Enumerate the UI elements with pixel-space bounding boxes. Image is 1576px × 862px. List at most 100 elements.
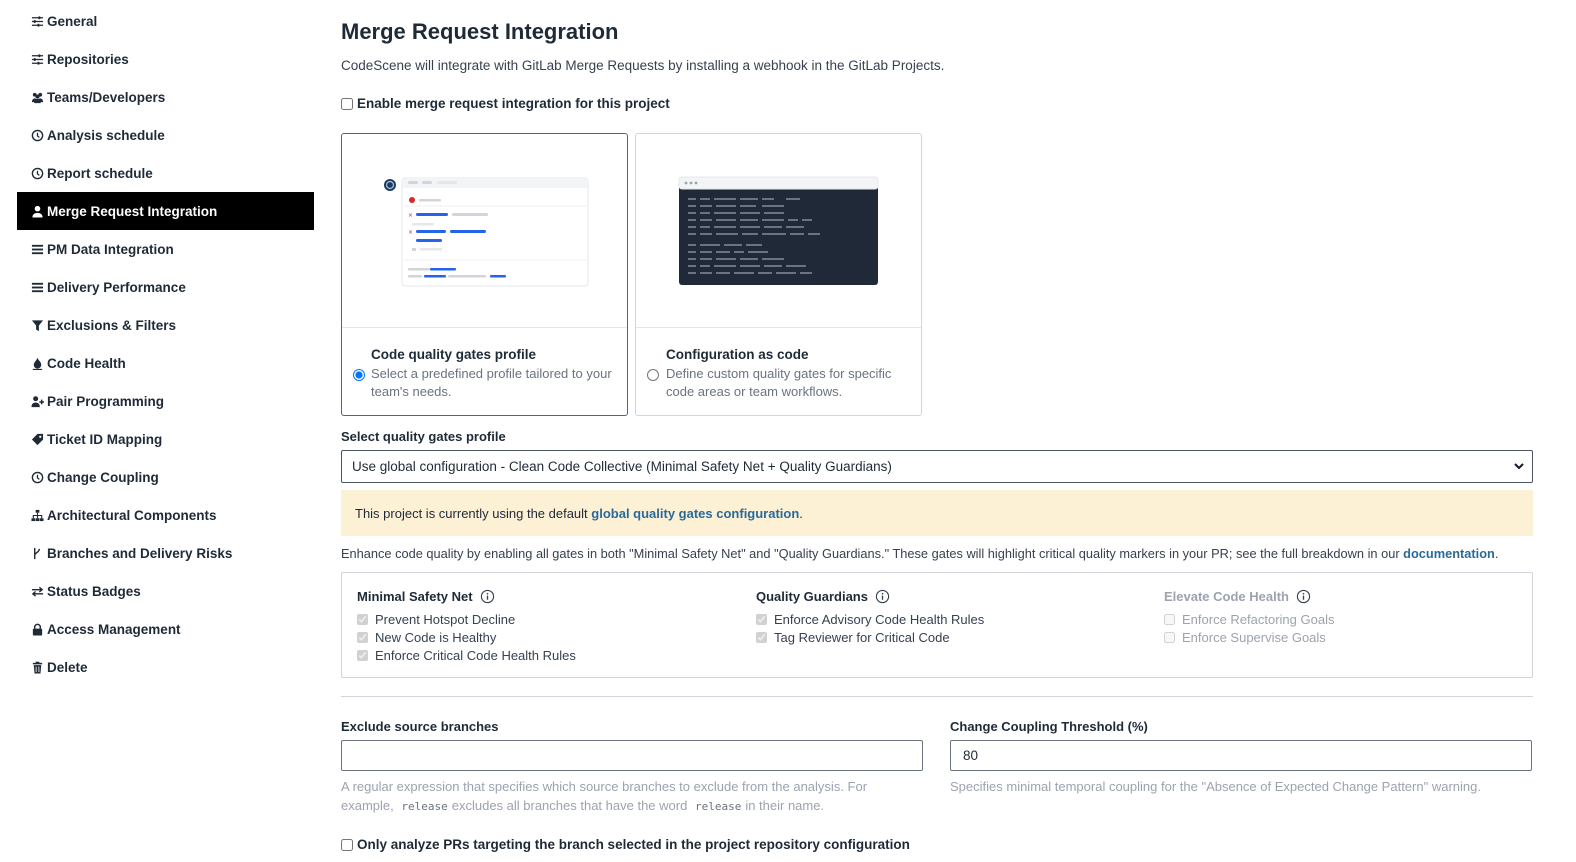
gate-checkbox <box>357 631 368 643</box>
sidebar-item-label: Repositories <box>47 51 129 67</box>
only-analyze-checkbox[interactable] <box>341 838 353 851</box>
card-title: Code quality gates profile <box>371 347 537 362</box>
exchange-icon <box>30 584 44 598</box>
gate-checkbox <box>1164 613 1175 625</box>
sidebar-item-architectural-components[interactable]: Architectural Components <box>17 496 314 534</box>
gate-group-minimal-safety-net: Minimal Safety Net Prevent Hotspot Decli… <box>357 587 576 664</box>
info-icon[interactable] <box>875 589 890 604</box>
gate-checkbox <box>357 649 368 661</box>
enhance-text-suffix: . <box>1494 546 1499 561</box>
gate-group-title: Elevate Code Health <box>1164 588 1289 604</box>
enable-integration-checkbox[interactable] <box>341 97 353 110</box>
tag-icon <box>30 432 44 446</box>
coupling-threshold-value: 80 <box>963 748 979 763</box>
section-divider <box>341 696 1533 697</box>
global-quality-gates-link[interactable]: global quality gates configuration <box>591 506 799 521</box>
user-icon <box>30 204 44 218</box>
exclude-branches-label: Exclude source branches <box>341 719 499 734</box>
page-title: Merge Request Integration <box>341 19 619 44</box>
gate-checkbox <box>756 631 767 643</box>
gate-new-code-is-healthy: New Code is Healthy <box>357 628 576 646</box>
sidebar-item-ticket-id-mapping[interactable]: Ticket ID Mapping <box>17 420 314 458</box>
sidebar-item-repositories[interactable]: Repositories <box>17 40 314 78</box>
lock-icon <box>30 622 44 636</box>
info-icon[interactable] <box>1296 589 1311 604</box>
sidebar-item-label: Status Badges <box>47 583 141 599</box>
sidebar-item-label: Report schedule <box>47 165 153 181</box>
clock-icon <box>30 128 44 142</box>
gate-group-elevate-code-health: Elevate Code Health Enforce Refactoring … <box>1164 587 1334 646</box>
coupling-threshold-label: Change Coupling Threshold (%) <box>950 719 1148 734</box>
sidebar-item-branches-delivery-risks[interactable]: Branches and Delivery Risks <box>17 534 314 572</box>
sidebar-item-change-coupling[interactable]: Change Coupling <box>17 458 314 496</box>
card-description: Define custom quality gates for specific… <box>666 366 892 399</box>
help-text: example, <box>341 798 394 813</box>
coupling-threshold-input[interactable]: 80 <box>950 740 1532 771</box>
info-icon[interactable] <box>480 589 495 604</box>
sidebar-item-delivery-performance[interactable]: Delivery Performance <box>17 268 314 306</box>
card-description: Select a predefined profile tailored to … <box>371 366 612 399</box>
help-text: in their name. <box>745 798 825 813</box>
configuration-as-code-radio[interactable] <box>647 369 659 381</box>
sitemap-icon <box>30 508 44 522</box>
trash-icon <box>30 660 44 674</box>
clock-icon <box>30 166 44 180</box>
gate-group-quality-guardians: Quality Guardians Enforce Advisory Code … <box>756 587 984 646</box>
enable-integration-label: Enable merge request integration for thi… <box>357 96 670 111</box>
sidebar-item-exclusions-filters[interactable]: Exclusions & Filters <box>17 306 314 344</box>
gate-checkbox <box>1164 631 1175 643</box>
sidebar-item-pair-programming[interactable]: Pair Programming <box>17 382 314 420</box>
svg-text:×: × <box>408 229 413 236</box>
quality-gates-profile-radio[interactable] <box>353 369 365 381</box>
help-text: excludes all branches that have the word <box>451 798 688 813</box>
sidebar-item-access-management[interactable]: Access Management <box>17 610 314 648</box>
gate-label: Enforce Critical Code Health Rules <box>375 647 576 663</box>
sidebar-item-label: Code Health <box>47 355 126 371</box>
filter-icon <box>30 318 44 332</box>
sidebar-item-pm-data-integration[interactable]: PM Data Integration <box>17 230 314 268</box>
fire-icon <box>30 356 44 370</box>
card-configuration-as-code[interactable]: Configuration as code Define custom qual… <box>635 133 922 416</box>
sidebar-item-status-badges[interactable]: Status Badges <box>17 572 314 610</box>
sidebar-item-code-health[interactable]: Code Health <box>17 344 314 382</box>
gate-enforce-advisory-rules: Enforce Advisory Code Health Rules <box>756 610 984 628</box>
gate-group-title: Minimal Safety Net <box>357 588 473 604</box>
sidebar-item-merge-request-integration[interactable]: Merge Request Integration <box>17 192 314 230</box>
enable-integration-row[interactable]: Enable merge request integration for thi… <box>341 96 670 111</box>
exclude-branches-help: A regular expression that specifies whic… <box>341 777 921 816</box>
only-analyze-row[interactable]: Only analyze PRs targeting the branch se… <box>341 837 910 852</box>
gate-label: New Code is Healthy <box>375 629 497 645</box>
sidebar-item-label: Architectural Components <box>47 507 217 523</box>
documentation-link[interactable]: documentation <box>1403 546 1495 561</box>
gate-label: Tag Reviewer for Critical Code <box>774 629 950 645</box>
gate-tag-reviewer: Tag Reviewer for Critical Code <box>756 628 984 646</box>
sidebar-item-label: General <box>47 13 98 29</box>
global-config-banner: This project is currently using the defa… <box>341 490 1533 536</box>
users-icon <box>30 90 44 104</box>
enhance-quality-text: Enhance code quality by enabling all gat… <box>341 546 1498 561</box>
profile-select-label: Select quality gates profile <box>341 429 506 444</box>
code-snippet: release <box>694 800 742 813</box>
sidebar-item-general[interactable]: General <box>17 2 314 40</box>
sidebar-item-label: Delete <box>47 659 88 675</box>
exclude-branches-input[interactable] <box>341 740 923 771</box>
config-as-code-preview-illustration <box>636 134 921 328</box>
gate-enforce-supervise-goals: Enforce Supervise Goals <box>1164 628 1334 646</box>
gate-prevent-hotspot-decline: Prevent Hotspot Decline <box>357 610 576 628</box>
page-subtitle: CodeScene will integrate with GitLab Mer… <box>341 58 945 73</box>
sidebar-item-label: Teams/Developers <box>47 89 166 105</box>
banner-suffix: . <box>799 505 803 521</box>
code-snippet: release <box>401 800 448 813</box>
sidebar-item-label: Change Coupling <box>47 469 159 485</box>
clock-icon <box>30 470 44 484</box>
enhance-text-body: Enhance code quality by enabling all gat… <box>341 546 1404 561</box>
quality-gates-profile-select[interactable]: Use global configuration - Clean Code Co… <box>341 450 1533 483</box>
list-icon <box>30 280 44 294</box>
sidebar-item-teams-developers[interactable]: Teams/Developers <box>17 78 314 116</box>
sidebar-item-analysis-schedule[interactable]: Analysis schedule <box>17 116 314 154</box>
card-quality-gates-profile[interactable]: × × Code quality gates profile Select a … <box>341 133 628 416</box>
quality-gates-preview-illustration: × × <box>342 134 627 328</box>
sidebar-item-report-schedule[interactable]: Report schedule <box>17 154 314 192</box>
gate-label: Prevent Hotspot Decline <box>375 611 516 627</box>
sidebar-item-delete[interactable]: Delete <box>17 648 314 686</box>
